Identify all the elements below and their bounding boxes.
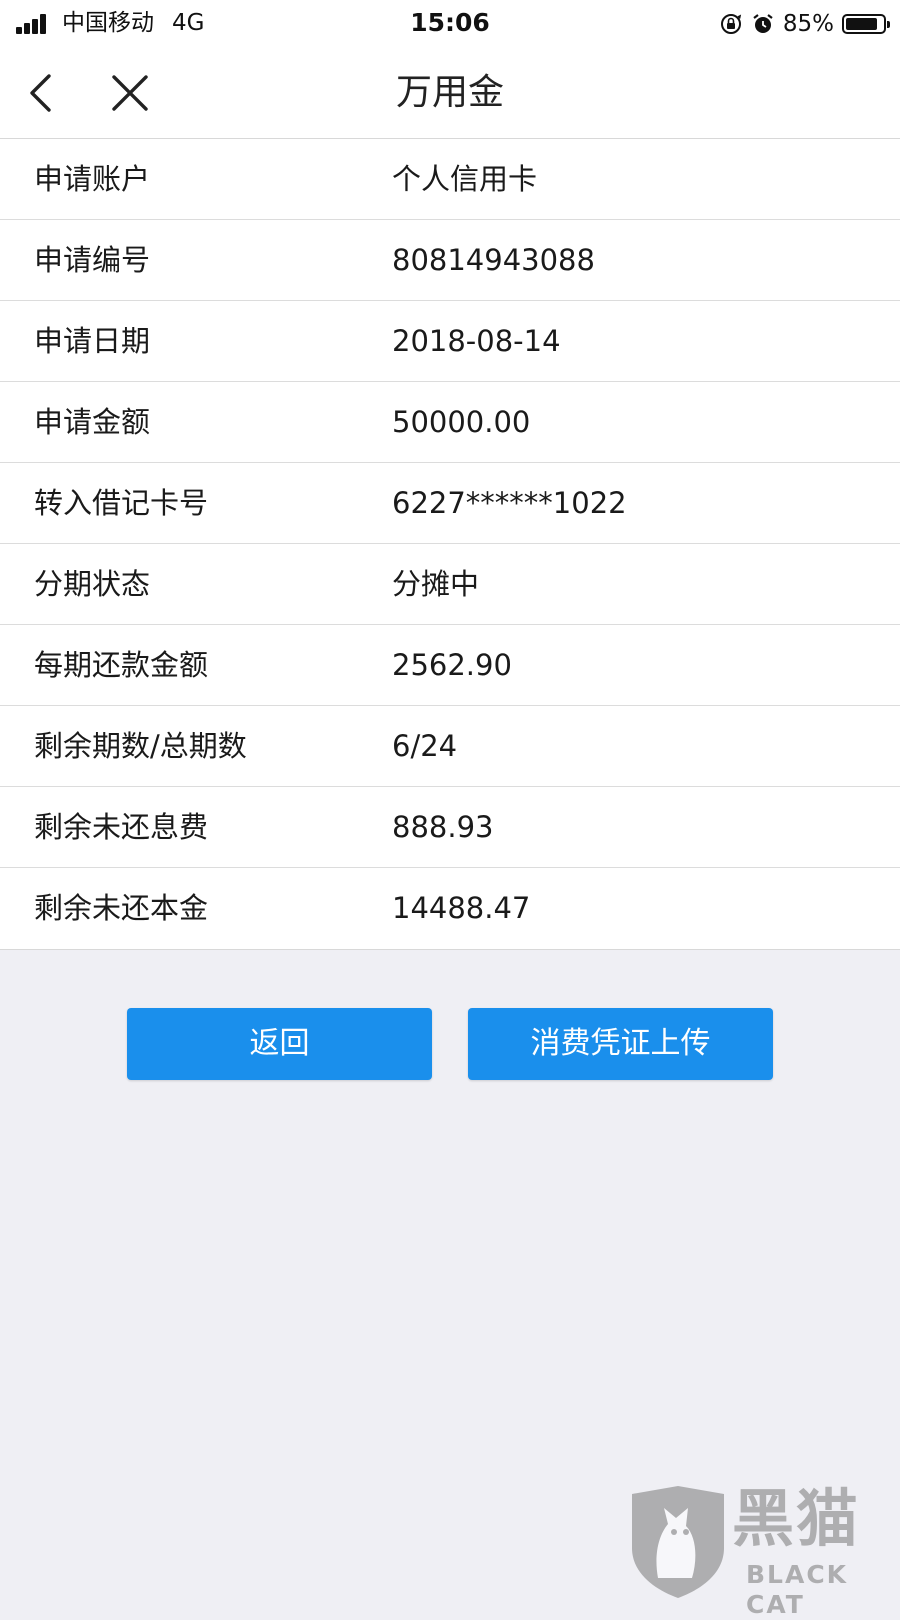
detail-value: 50000.00 xyxy=(392,405,531,439)
battery-percent: 85% xyxy=(782,11,834,37)
detail-label: 剩余未还息费 xyxy=(34,810,209,844)
detail-row-application-number: 申请编号 80814943088 xyxy=(0,220,900,301)
detail-value: 888.93 xyxy=(392,810,494,844)
detail-row-remaining-principal: 剩余未还本金 14488.47 xyxy=(0,868,900,949)
status-bar: 中国移动 4G 15:06 85% xyxy=(0,0,900,48)
action-buttons: 返回 消费凭证上传 xyxy=(0,1008,900,1080)
battery-fill xyxy=(846,18,877,30)
detail-row-payment-per-period: 每期还款金额 2562.90 xyxy=(0,625,900,706)
detail-value: 6/24 xyxy=(392,729,458,763)
detail-label: 申请账户 xyxy=(34,162,151,196)
detail-label: 分期状态 xyxy=(34,567,151,601)
detail-value: 14488.47 xyxy=(392,891,531,925)
detail-row-account: 申请账户 个人信用卡 xyxy=(0,139,900,220)
watermark-en-text: BLACK CAT xyxy=(746,1560,849,1619)
detail-value: 6227******1022 xyxy=(392,486,627,520)
detail-list: 申请账户 个人信用卡 申请编号 80814943088 申请日期 2018-08… xyxy=(0,139,900,950)
detail-label: 剩余未还本金 xyxy=(34,891,209,925)
detail-value: 2018-08-14 xyxy=(392,324,561,358)
orientation-lock-icon xyxy=(720,14,741,34)
upload-receipt-button[interactable]: 消费凭证上传 xyxy=(468,1008,773,1080)
detail-value: 分摊中 xyxy=(392,567,480,601)
detail-row-application-date: 申请日期 2018-08-14 xyxy=(0,301,900,382)
detail-label: 每期还款金额 xyxy=(34,648,209,682)
detail-label: 转入借记卡号 xyxy=(34,486,209,520)
battery-icon xyxy=(842,14,890,34)
navigation-bar: 万用金 xyxy=(0,48,900,139)
close-button[interactable] xyxy=(108,70,152,116)
detail-value: 2562.90 xyxy=(392,648,512,682)
detail-label: 申请日期 xyxy=(34,324,151,358)
back-button[interactable] xyxy=(22,70,66,116)
detail-label: 申请金额 xyxy=(34,405,151,439)
detail-row-debit-card: 转入借记卡号 6227******1022 xyxy=(0,463,900,544)
watermark-cn-text: 黑猫 xyxy=(732,1482,861,1555)
cat-shield-logo-icon xyxy=(632,1486,724,1598)
detail-row-remaining-periods: 剩余期数/总期数 6/24 xyxy=(0,706,900,787)
alarm-icon xyxy=(753,14,773,33)
detail-row-remaining-interest: 剩余未还息费 888.93 xyxy=(0,787,900,868)
status-right-group: 85% xyxy=(719,9,890,39)
detail-row-application-amount: 申请金额 50000.00 xyxy=(0,382,900,463)
chevron-left-icon xyxy=(30,74,51,112)
detail-label: 剩余期数/总期数 xyxy=(34,729,247,763)
detail-value: 80814943088 xyxy=(392,243,595,277)
detail-value: 个人信用卡 xyxy=(392,162,538,196)
black-cat-watermark: 黑猫 BLACK CAT xyxy=(628,1482,900,1619)
return-button[interactable]: 返回 xyxy=(127,1008,432,1080)
close-icon xyxy=(112,75,148,111)
detail-label: 申请编号 xyxy=(34,243,151,277)
detail-row-installment-status: 分期状态 分摊中 xyxy=(0,544,900,625)
